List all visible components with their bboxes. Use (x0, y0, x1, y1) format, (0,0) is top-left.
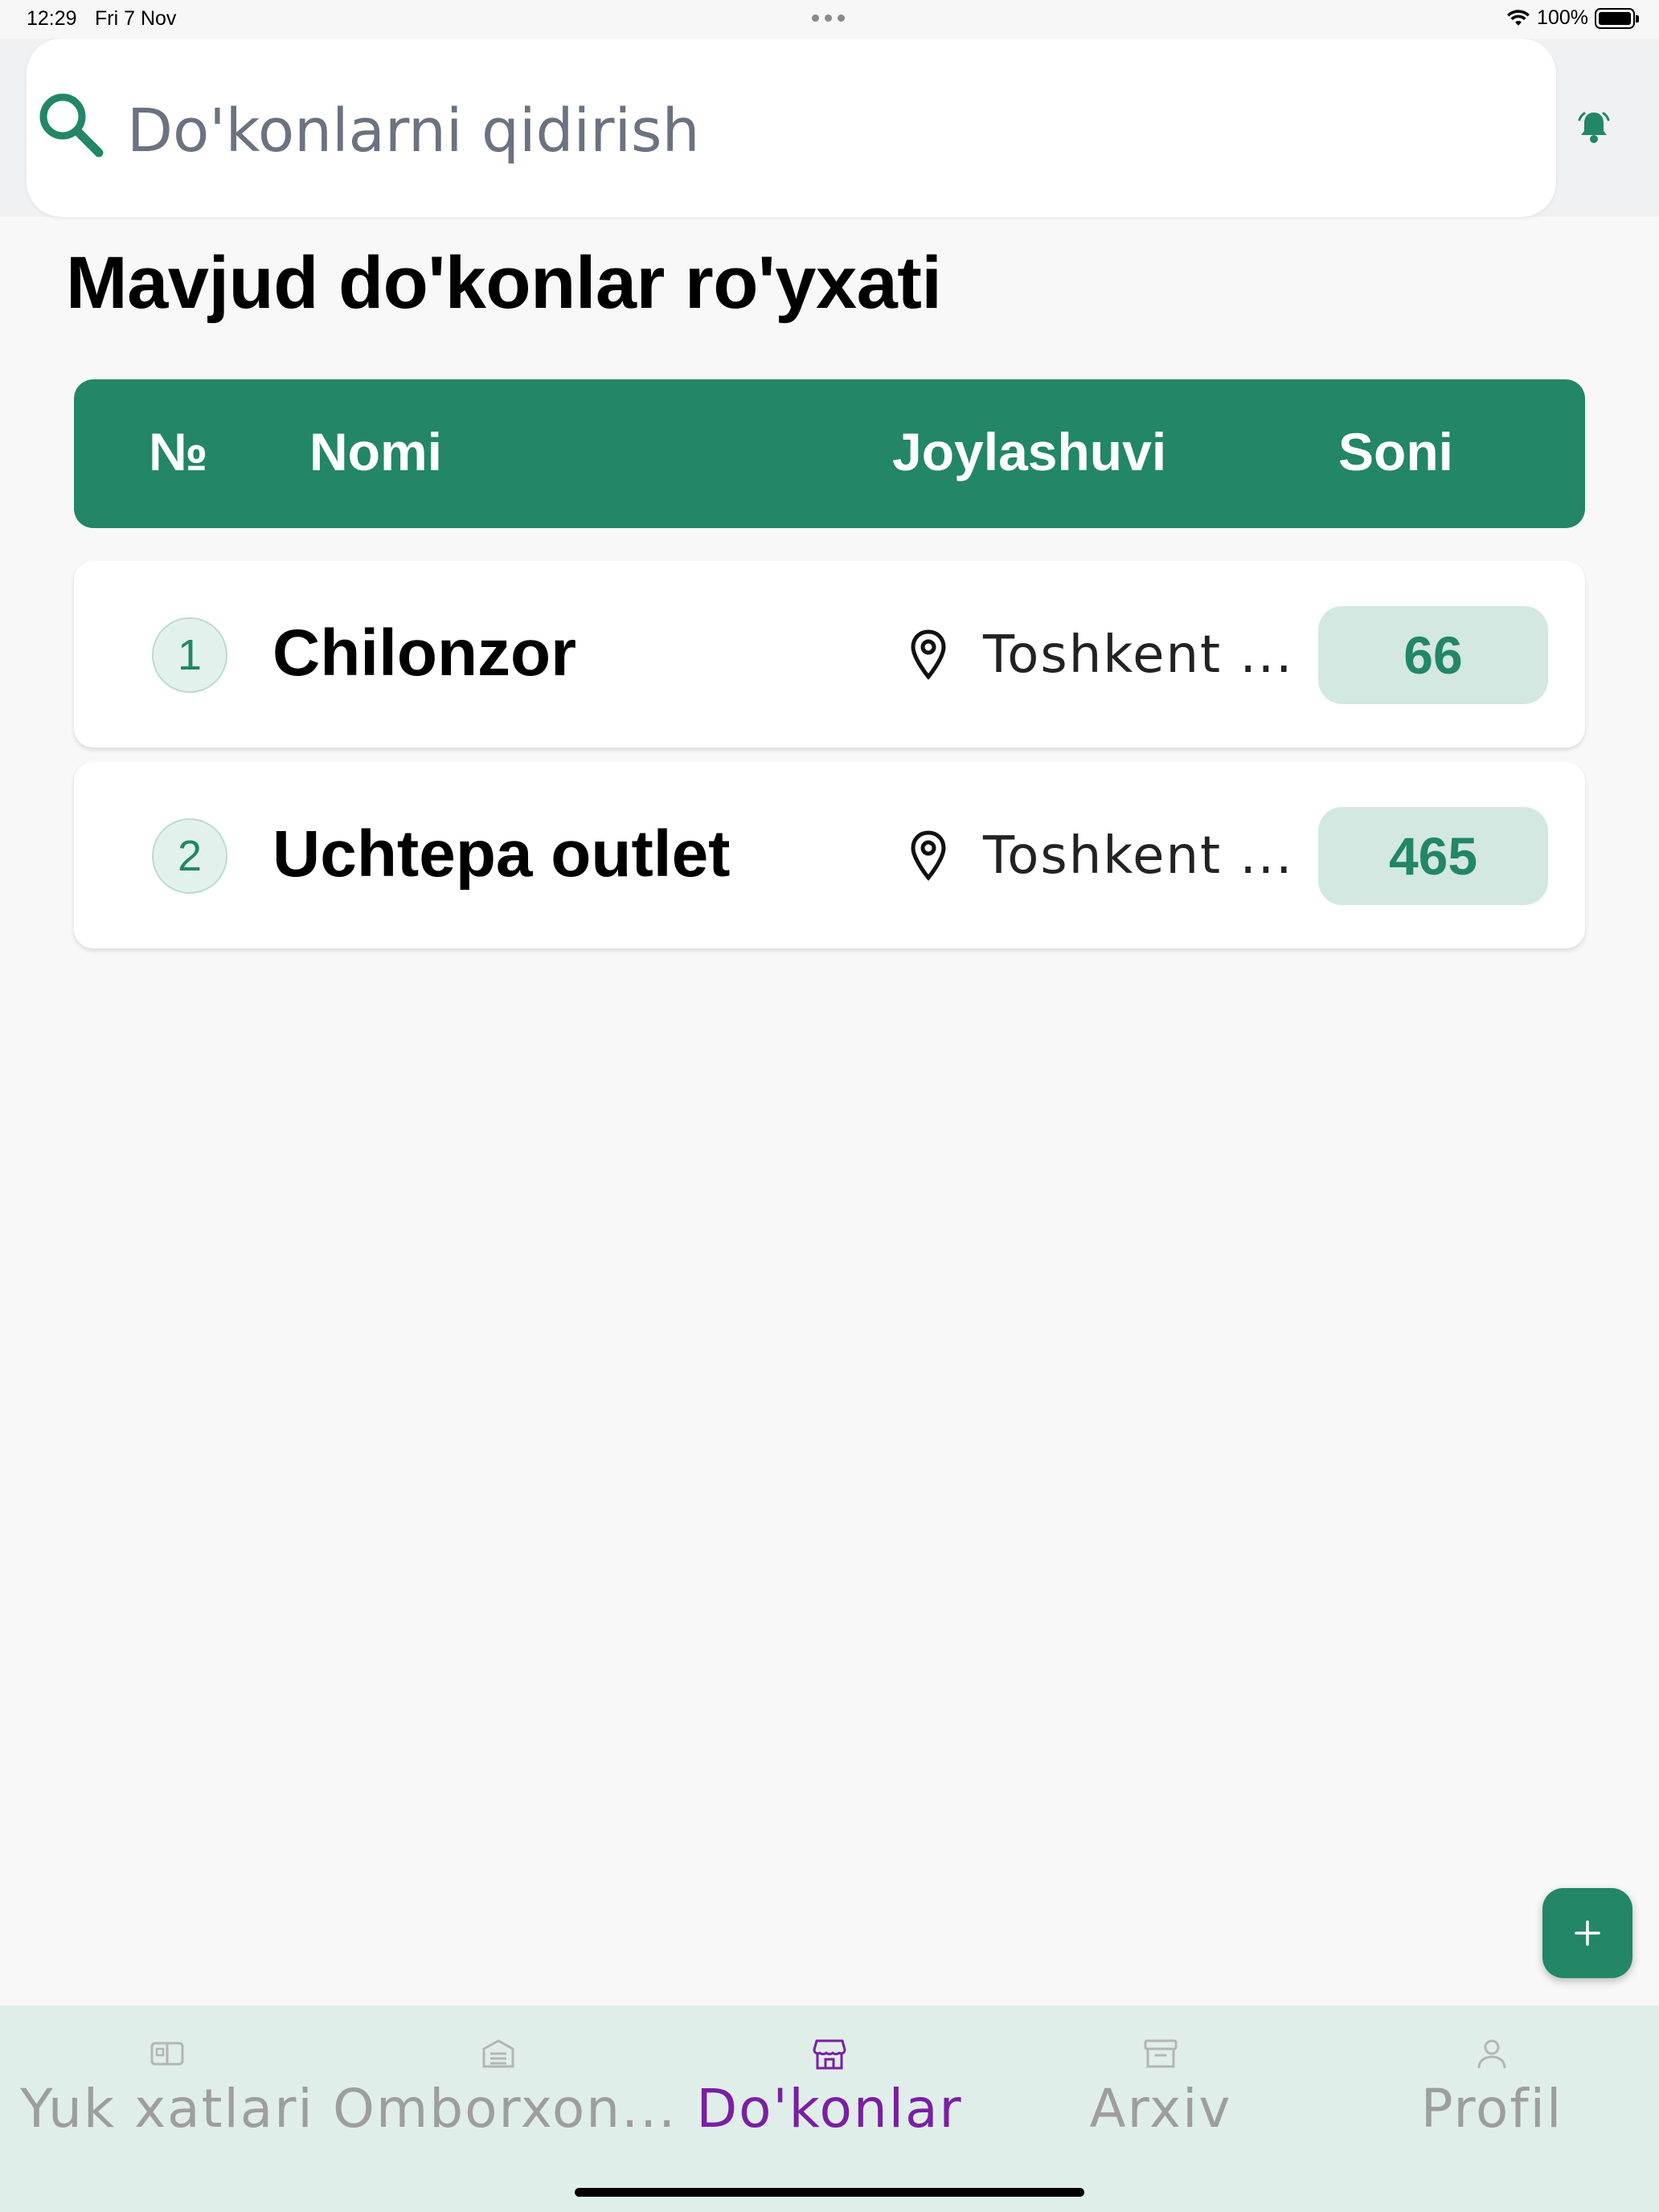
bottom-nav: Yuk xatlari Omborxon... Do'konlar Arxiv … (0, 2005, 1659, 2212)
search-icon[interactable] (36, 90, 105, 159)
store-count-badge: 66 (1318, 606, 1548, 704)
row-number-badge: 2 (152, 818, 227, 894)
store-count-badge: 465 (1318, 807, 1548, 905)
column-header-count: Soni (1338, 422, 1453, 481)
column-header-location: Joylashuvi (892, 422, 1167, 481)
plus-icon (1575, 1920, 1600, 1946)
screen: 12:29 Fri 7 Nov 100% Mavjud do'konlar ro… (0, 0, 1659, 2212)
store-icon (813, 2039, 846, 2070)
nav-label: Omborxon... (333, 2078, 678, 2140)
warehouse-icon (482, 2039, 514, 2068)
store-location: Toshkent ... (983, 625, 1294, 685)
nav-label: Arxiv (1089, 2078, 1232, 2140)
nav-label: Profil (1420, 2078, 1563, 2140)
add-store-button[interactable] (1542, 1888, 1632, 1978)
table-row[interactable]: 2 Uchtepa outlet Toshkent ... 465 (74, 762, 1585, 948)
table-header: № Nomi Joylashuvi Soni (74, 379, 1585, 528)
status-time: 12:29 (27, 7, 77, 30)
row-number-badge: 1 (152, 617, 227, 693)
store-location: Toshkent ... (983, 826, 1294, 886)
bell-icon[interactable] (1575, 109, 1612, 145)
nav-item-archive[interactable]: Arxiv (995, 2005, 1326, 2182)
status-right: 100% (1506, 6, 1639, 30)
waybill-icon (150, 2042, 184, 2066)
nav-label: Do'konlar (696, 2078, 963, 2140)
battery-icon (1595, 7, 1639, 29)
location-pin-icon (911, 830, 946, 881)
location-pin-icon (911, 629, 946, 680)
column-header-number: № (149, 422, 208, 481)
search-input[interactable] (127, 87, 1493, 175)
store-name: Uchtepa outlet (272, 817, 731, 891)
store-name: Chilonzor (272, 616, 577, 690)
nav-item-waybills[interactable]: Yuk xatlari (2, 2005, 333, 2182)
column-header-name: Nomi (309, 422, 442, 481)
nav-item-profile[interactable]: Profil (1326, 2005, 1657, 2182)
status-date: Fri 7 Nov (95, 7, 177, 30)
nav-label: Yuk xatlari (20, 2078, 314, 2140)
status-bar: 12:29 Fri 7 Nov 100% (0, 0, 1659, 39)
multitasking-dots-icon[interactable] (812, 14, 845, 22)
table-row[interactable]: 1 Chilonzor Toshkent ... 66 (74, 561, 1585, 748)
nav-item-stores[interactable]: Do'konlar (664, 2005, 995, 2182)
wifi-icon (1507, 9, 1530, 26)
battery-percent: 100% (1537, 6, 1588, 29)
page-title: Mavjud do'konlar ro'yxati (66, 242, 942, 324)
home-indicator[interactable] (575, 2188, 1084, 2197)
profile-icon (1477, 2039, 1506, 2069)
archive-icon (1144, 2039, 1178, 2068)
nav-item-warehouse[interactable]: Omborxon... (333, 2005, 678, 2182)
